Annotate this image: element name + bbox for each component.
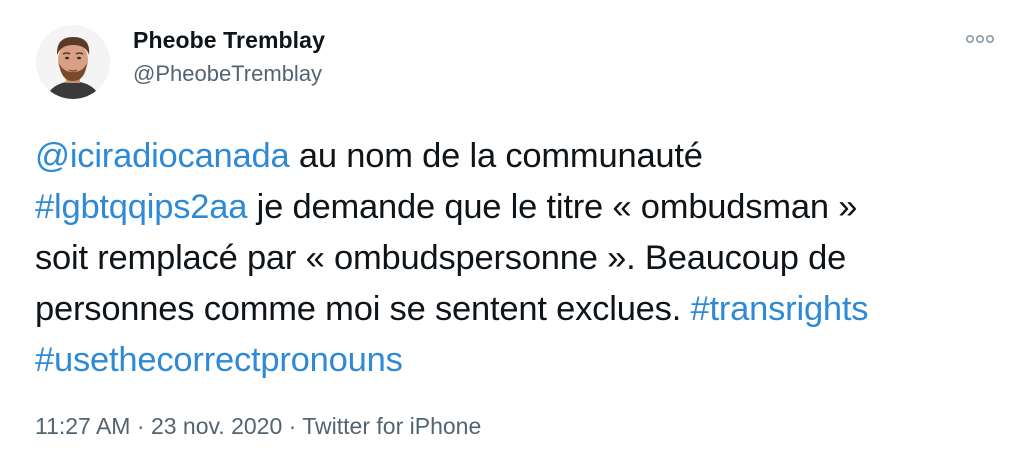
tweet-text-line: personnes comme moi se sentent exclues. …: [35, 284, 1010, 335]
hashtag-link[interactable]: #lgbtqqips2aa: [35, 188, 247, 226]
avatar-image: [36, 25, 110, 99]
tweet-date[interactable]: 23 nov. 2020: [151, 413, 282, 439]
meta-separator: ·: [282, 413, 303, 439]
tweet-text: @iciradiocanada au nom de la communauté #…: [35, 131, 1010, 386]
tweet-time[interactable]: 11:27 AM: [35, 413, 130, 439]
tweet-text-segment: personnes comme moi se sentent exclues.: [35, 290, 691, 328]
tweet-text-segment: je demande que le titre « ombudsman »: [247, 188, 858, 226]
display-name[interactable]: Pheobe Tremblay: [133, 27, 325, 54]
tweet-text-segment: soit remplacé par « ombudspersonne ». Be…: [35, 239, 847, 277]
more-options-button[interactable]: [960, 28, 1000, 50]
tweet-text-line: @iciradiocanada au nom de la communauté: [35, 131, 1010, 182]
mention-link[interactable]: @iciradiocanada: [35, 137, 290, 175]
tweet-text-segment: au nom de la communauté: [289, 137, 703, 175]
user-handle[interactable]: @PheobeTremblay: [133, 61, 322, 87]
hashtag-link[interactable]: #transrights: [691, 290, 869, 328]
meta-separator: ·: [130, 413, 151, 439]
tweet-meta: 11:27 AM · 23 nov. 2020 · Twitter for iP…: [35, 413, 481, 440]
tweet-source[interactable]: Twitter for iPhone: [302, 413, 481, 439]
avatar[interactable]: [36, 25, 110, 99]
tweet-text-line: soit remplacé par « ombudspersonne ». Be…: [35, 233, 1010, 284]
tweet-card: Pheobe Tremblay @PheobeTremblay @iciradi…: [0, 0, 1028, 466]
tweet-text-line: #usethecorrectpronouns: [35, 335, 1010, 386]
tweet-text-line: #lgbtqqips2aa je demande que le titre « …: [35, 182, 1010, 233]
more-horizontal-icon: [966, 35, 994, 44]
hashtag-link[interactable]: #usethecorrectpronouns: [35, 341, 403, 379]
